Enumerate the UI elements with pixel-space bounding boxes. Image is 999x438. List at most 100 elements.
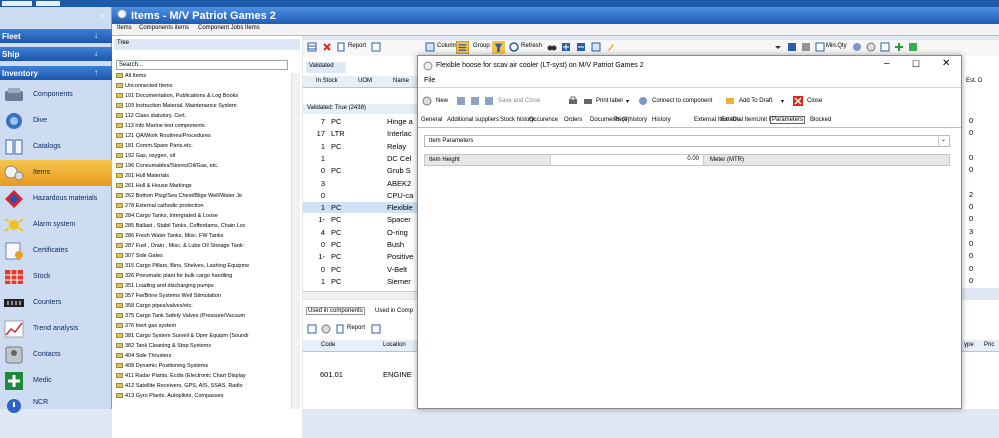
tree-node[interactable]: 376 Inert gas system <box>116 323 176 330</box>
new-button[interactable]: New <box>436 98 448 104</box>
tree-node[interactable]: 278 External cathodic protection <box>116 203 204 210</box>
tree-node[interactable]: 404 Side Thrusters <box>116 353 171 360</box>
tree-node[interactable]: 112 Class statutory. Cert. <box>116 113 186 120</box>
tree-node[interactable]: 285 Ballast , Stabil Tanks, Cofferdams, … <box>116 223 246 230</box>
tree-node[interactable]: 261 Hull & House Markings <box>116 183 192 190</box>
tree-node[interactable]: 307 Side Gates <box>116 253 163 260</box>
nav-item-dive[interactable]: Dive <box>0 108 112 134</box>
tree-node[interactable]: 262 Bottom Plug/Sea Chest/Bilge Well/Wat… <box>116 193 242 200</box>
nav-item-trend-analysis[interactable]: Trend analysis <box>0 316 112 342</box>
gear-icon[interactable] <box>866 42 876 52</box>
tree-search-input[interactable]: Search... <box>116 60 288 70</box>
tree-node[interactable]: 181 Comm.Spare Parts.etc. <box>116 143 193 150</box>
column-location[interactable]: Location <box>383 342 406 348</box>
table-row[interactable]: 7 PC Hinge a <box>303 116 427 127</box>
dialog-tab[interactable]: Occurence <box>529 117 558 123</box>
nav-item-alarm-system[interactable]: Alarm system <box>0 212 112 238</box>
tree-node[interactable]: 411 Radar Plants, Ecdis (Electronic Char… <box>116 373 246 380</box>
table-row[interactable]: 3 ABEK2 <box>303 178 427 189</box>
preview-icon[interactable] <box>371 324 381 334</box>
grid-icon[interactable] <box>307 324 317 334</box>
min-qty-button[interactable]: Min.Qty <box>826 43 847 49</box>
dialog-tab[interactable]: Blocked <box>810 117 831 123</box>
connect-icon[interactable] <box>638 96 648 106</box>
nav-item-catalogs[interactable]: Catalogs <box>0 134 112 160</box>
collapse-arrow-icon[interactable]: « <box>101 11 105 20</box>
tree-node[interactable]: 351 Loading and discharging pumps <box>116 283 214 290</box>
nav-item-certificates[interactable]: Certificates <box>0 238 112 264</box>
green-plus-icon[interactable] <box>894 42 904 52</box>
tree-node[interactable]: 196 Consumables/Stores/Oil/Gas, etc. <box>116 163 219 170</box>
collapse-icon[interactable] <box>576 42 586 52</box>
barcode-icon[interactable] <box>801 42 811 52</box>
maximize-icon[interactable]: ☐ <box>912 59 920 70</box>
expand-icon[interactable] <box>561 42 571 52</box>
report-icon[interactable] <box>336 42 346 52</box>
column-name[interactable]: Name <box>393 78 409 84</box>
tree-node[interactable]: 358 Cargo pipes/valves/etc. <box>116 303 193 310</box>
gear-icon[interactable] <box>321 324 331 334</box>
print-label-icon[interactable] <box>583 96 593 106</box>
lower-table-row[interactable]: 601.01 ENGINE <box>303 369 427 381</box>
close-icon[interactable] <box>793 96 803 106</box>
table-row[interactable]: 0 PC Bush <box>303 239 427 250</box>
tree-toggle-icon[interactable] <box>591 42 601 52</box>
table-row[interactable]: 1 PC Siemer <box>303 276 427 287</box>
min-qty-icon[interactable] <box>815 42 825 52</box>
column-price[interactable]: Pric <box>984 342 994 348</box>
tree-node[interactable]: 381 Cargo System Surveil & Oper Equipm (… <box>116 333 249 340</box>
close-button[interactable]: Close <box>807 98 822 104</box>
table-row[interactable]: 1 PC Flexible <box>303 202 427 214</box>
tab-used-in-comp[interactable]: Used in Comp <box>375 308 413 314</box>
binoculars-icon[interactable] <box>547 42 557 52</box>
close-window-icon[interactable]: ✕ <box>942 58 950 69</box>
tree-scrollbar[interactable] <box>291 73 300 409</box>
tree-node[interactable]: 286 Fresh Water Tanks, Misc. FW Tanks <box>116 233 223 240</box>
validated-tab[interactable]: Validated <box>306 62 346 73</box>
tree-node[interactable]: 121 QA/Work Routines/Procedures <box>116 133 211 140</box>
menu-file[interactable]: File <box>424 77 435 84</box>
new-gear-icon[interactable] <box>422 96 432 106</box>
columns-icon[interactable] <box>425 42 435 52</box>
connect-to-component-button[interactable]: Connect to component <box>652 98 712 104</box>
save-icon[interactable] <box>456 96 466 106</box>
table-row[interactable]: 0 PC Grub S <box>303 165 427 176</box>
refresh-icon[interactable] <box>509 42 519 52</box>
table-row[interactable]: -1 PC Spacer <box>303 214 427 225</box>
table-row[interactable]: 0 CPU-ca <box>303 190 427 201</box>
tree-node[interactable]: 284 Cargo Tanks, Intergrated & Loose <box>116 213 218 220</box>
tree-node[interactable]: 192 Gas, oxygen, oil <box>116 153 175 160</box>
tab-component-jobs-items[interactable]: Component Jobs Items <box>198 25 260 31</box>
tree-node[interactable]: 375 Cargo Tank Safety Valves (Pressure/V… <box>116 313 245 320</box>
table-row[interactable]: 17 LTR Interlac <box>303 128 427 139</box>
dialog-tab[interactable]: Additional suppliers <box>447 117 499 123</box>
green-add-icon[interactable] <box>908 42 918 52</box>
catalog-icon[interactable] <box>787 42 797 52</box>
printer-icon[interactable] <box>568 96 578 106</box>
group-row[interactable]: Validated: True (2438) <box>303 104 427 114</box>
nav-item-stock[interactable]: Stock <box>0 264 112 290</box>
dialog-tab[interactable]: General <box>421 117 442 123</box>
table-row[interactable]: 1 DC Cel <box>303 153 427 164</box>
tree-node[interactable]: 382 Tank Cleaning & Stop Systems <box>116 343 211 350</box>
tree-node[interactable]: 113 Info Marine test components <box>116 123 205 130</box>
dialog-tab[interactable]: Orders <box>564 117 582 123</box>
tree-node[interactable]: 413 Gyro Plants, Autopilots, Compasses <box>116 393 223 400</box>
tree-node[interactable]: Unconnected Items <box>116 83 172 90</box>
tree-node[interactable]: 357 Fw/Brine Systems Well Stimulation <box>116 293 221 300</box>
edit-pencil-icon[interactable] <box>606 42 616 52</box>
grid-hscrollbar[interactable] <box>303 291 427 299</box>
add-to-draft-button[interactable]: Add To Draft <box>739 98 772 104</box>
lower-report-button[interactable]: Report <box>347 325 365 331</box>
dialog-tab[interactable]: Parameters <box>770 116 806 124</box>
add-to-draft-dropdown-icon[interactable]: ▾ <box>781 98 784 105</box>
column-in-stock[interactable]: In Stock <box>316 78 338 84</box>
nav-group-fleet[interactable]: Fleet ↓ <box>0 29 112 43</box>
tree-node[interactable]: 412 Satellite Receivers, GPS, AIS, SSAS,… <box>116 383 243 390</box>
minimize-icon[interactable]: – <box>884 58 890 69</box>
nav-item-contacts[interactable]: Contacts <box>0 342 112 368</box>
table-row[interactable]: 4 PC O-ring <box>303 227 427 238</box>
tab-components-items[interactable]: Components items <box>139 25 189 31</box>
dialog-tab[interactable]: History <box>652 117 671 123</box>
tree-node[interactable]: 201 Hull Materials <box>116 173 169 180</box>
